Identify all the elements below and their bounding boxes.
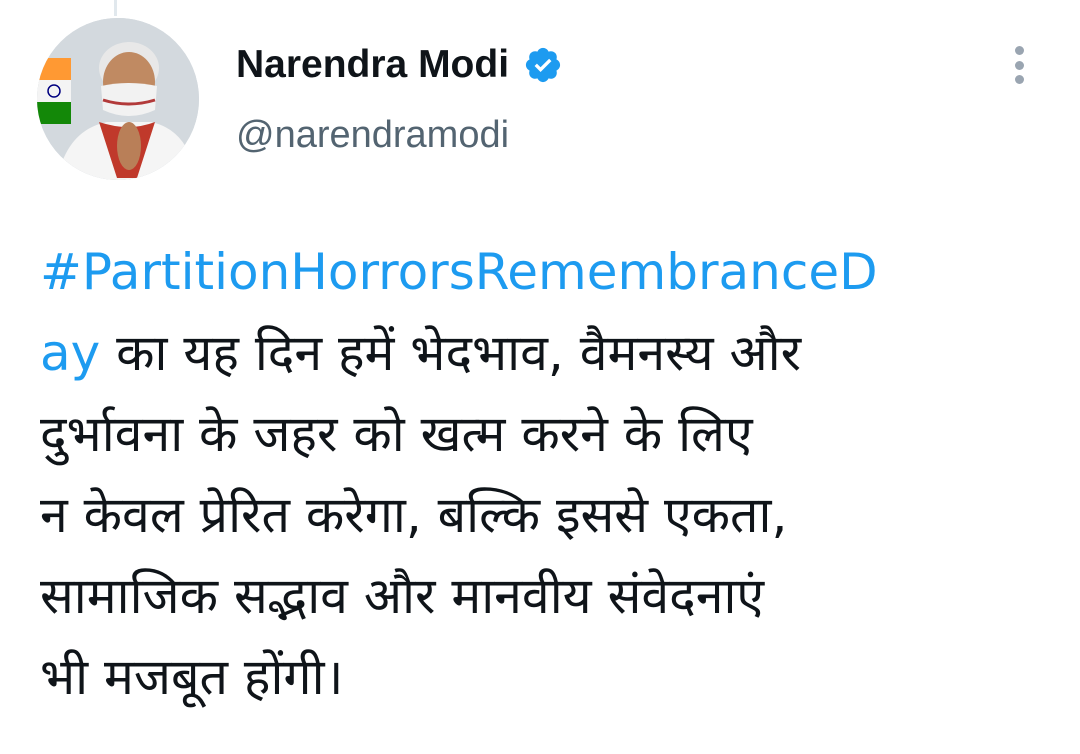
author-handle[interactable]: @narendramodi [236,114,509,157]
profile-photo-icon [37,18,199,180]
tweet-line-6: भी मजबूत होंगी। [40,648,344,706]
more-vertical-icon-dot-3 [1014,75,1024,84]
tweet-line-5: सामाजिक सद्भाव और मानवीय संवेदनाएं [40,567,765,625]
tweet-line-1: #PartitionHorrorsRemembranceD [40,232,1040,313]
author-name-row: Narendra Modi [236,40,563,90]
avatar[interactable] [37,18,199,180]
more-vertical-icon-dot-2 [1014,60,1024,70]
tweet-text: #PartitionHorrorsRemembranceD ay का यह द… [40,232,1040,718]
thread-connector-line [114,0,117,16]
more-options-button[interactable] [1004,42,1034,88]
verified-badge-icon [523,45,563,85]
more-vertical-icon [1014,46,1024,55]
tweet-text-segment: का यह दिन हमें भेदभाव, वैमनस्य और [100,324,802,382]
tweet-line-2: ay का यह दिन हमें भेदभाव, वैमनस्य और [40,313,1040,394]
tweet-line-3: दुर्भावना के जहर को खत्म करने के लिए [40,405,753,463]
hashtag-link-continued[interactable]: ay [40,324,100,382]
hashtag-link[interactable]: #PartitionHorrorsRemembranceD [40,243,878,301]
tweet-line-4: न केवल प्रेरित करेगा, बल्कि इससे एकता, [40,486,788,544]
author-display-name[interactable]: Narendra Modi [236,43,509,87]
